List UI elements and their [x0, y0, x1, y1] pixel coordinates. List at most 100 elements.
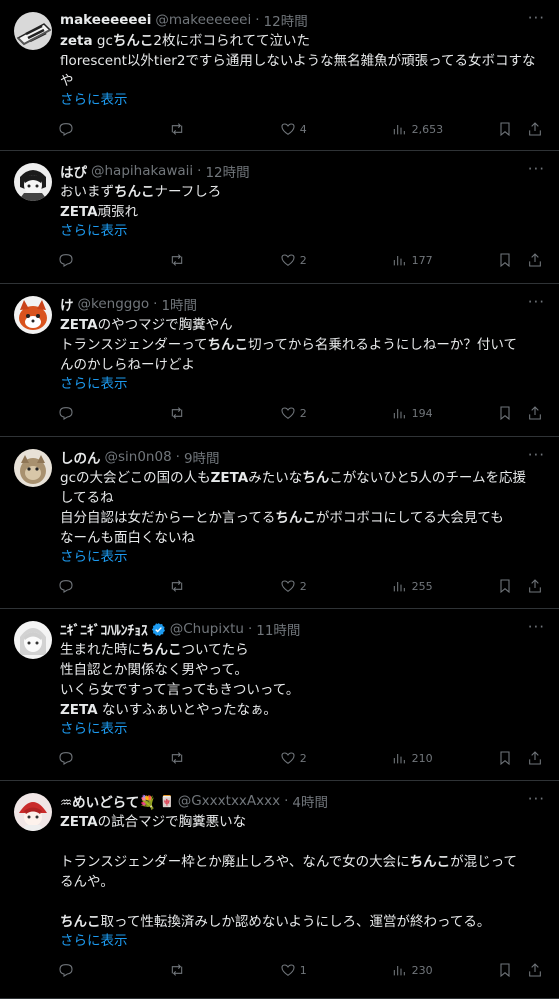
- user-handle[interactable]: @kengggo: [78, 296, 150, 312]
- show-more-link[interactable]: さらに表示: [60, 548, 547, 566]
- tweet-text-line: トランスジェンダー枠とか廃止しろや、なんで女の大会にちんこが混じって: [60, 852, 547, 872]
- tweet[interactable]: ··· はぴ @hapihakawaii · 12時間 おいまずちんこナーフしろ…: [0, 151, 559, 284]
- display-name[interactable]: しのん: [60, 447, 101, 467]
- text-segment: 取って性転換済みしか認めないようにしろ、運営が終わってる。: [100, 914, 491, 930]
- tweet-header: しのん @sin0n08 · 9時間: [60, 447, 547, 467]
- avatar[interactable]: [14, 163, 52, 201]
- reply-button[interactable]: [58, 578, 169, 594]
- show-more-link[interactable]: さらに表示: [60, 91, 547, 109]
- views-button[interactable]: 230: [391, 962, 498, 978]
- reply-button[interactable]: [58, 252, 169, 268]
- bookmark-button[interactable]: [497, 578, 527, 594]
- tweet[interactable]: ··· ﾆｷﾞﾆｷﾞｺﾊﾙﾝﾁｮｽ @Chupixtu · 11時間 生まれた時…: [0, 609, 559, 781]
- retweet-button[interactable]: [169, 252, 280, 268]
- retweet-icon: [171, 752, 183, 764]
- retweet-button[interactable]: [169, 405, 280, 421]
- user-handle[interactable]: @GxxxtxxAxxx: [178, 793, 280, 809]
- text-segment: ちんこ: [112, 33, 154, 49]
- retweet-button[interactable]: [169, 121, 280, 137]
- avatar[interactable]: [14, 296, 52, 334]
- tweet[interactable]: ··· ♒めいどらて💐 🀄 @GxxxtxxAxxx · 4時間 ZETAの試合…: [0, 781, 559, 999]
- avatar[interactable]: [14, 621, 52, 659]
- timestamp[interactable]: 12時間: [205, 161, 249, 181]
- reply-button[interactable]: [58, 405, 169, 421]
- display-name[interactable]: ♒めいどらて💐: [60, 791, 156, 811]
- tweet[interactable]: ··· makeeeeeei @makeeeeeei · 12時間 zeta g…: [0, 0, 559, 151]
- tweet-text-line: ちんこ取って性転換済みしか認めないようにしろ、運営が終わってる。: [60, 912, 547, 932]
- more-options-icon[interactable]: ···: [528, 160, 545, 178]
- views-button[interactable]: 210: [391, 750, 498, 766]
- show-more-link[interactable]: さらに表示: [60, 222, 547, 240]
- bookmark-button[interactable]: [497, 252, 527, 268]
- timestamp[interactable]: 1時間: [161, 294, 197, 314]
- user-handle[interactable]: @sin0n08: [105, 449, 172, 465]
- display-name[interactable]: ﾆｷﾞﾆｷﾞｺﾊﾙﾝﾁｮｽ: [60, 619, 148, 639]
- retweet-button[interactable]: [169, 578, 280, 594]
- views-button[interactable]: 194: [391, 405, 498, 421]
- show-more-link[interactable]: さらに表示: [60, 720, 547, 738]
- display-name[interactable]: makeeeeeei: [60, 12, 151, 28]
- views-button[interactable]: 255: [391, 578, 498, 594]
- like-button[interactable]: 2: [280, 252, 391, 268]
- share-button[interactable]: [527, 578, 547, 594]
- text-segment: zeta: [60, 33, 93, 49]
- retweet-icon: [171, 964, 183, 976]
- user-handle[interactable]: @hapihakawaii: [91, 163, 193, 179]
- user-handle[interactable]: @makeeeeeei: [155, 12, 251, 28]
- user-handle[interactable]: @Chupixtu: [170, 621, 244, 637]
- avatar[interactable]: [14, 12, 52, 50]
- show-more-link[interactable]: さらに表示: [60, 932, 547, 950]
- bookmark-button[interactable]: [497, 405, 527, 421]
- avatar[interactable]: [14, 449, 52, 487]
- reply-button[interactable]: [58, 121, 169, 137]
- tweet-feed: ··· makeeeeeei @makeeeeeei · 12時間 zeta g…: [0, 0, 559, 999]
- like-button[interactable]: 4: [280, 121, 391, 137]
- reply-button[interactable]: [58, 750, 169, 766]
- views-button[interactable]: 177: [391, 252, 498, 268]
- share-button[interactable]: [527, 405, 547, 421]
- display-name[interactable]: け: [60, 294, 74, 314]
- like-button[interactable]: 2: [280, 578, 391, 594]
- retweet-icon: [171, 123, 183, 135]
- like-button[interactable]: 1: [280, 962, 391, 978]
- retweet-button[interactable]: [169, 962, 280, 978]
- like-icon: [281, 407, 295, 419]
- show-more-link[interactable]: さらに表示: [60, 375, 547, 393]
- tweet-text-line: 自分自認は女だからーとか言ってるちんこがボコボコにしてる大会見ても: [60, 508, 547, 528]
- separator-dot: ·: [255, 12, 260, 28]
- timestamp[interactable]: 12時間: [264, 10, 308, 30]
- timestamp[interactable]: 9時間: [184, 447, 220, 467]
- tweet[interactable]: ··· しのん @sin0n08 · 9時間 gcの大会どこの国の人もZETAみ…: [0, 437, 559, 609]
- more-options-icon[interactable]: ···: [528, 293, 545, 311]
- text-segment: ZETA: [60, 204, 98, 220]
- avatar[interactable]: [14, 793, 52, 831]
- more-options-icon[interactable]: ···: [528, 618, 545, 636]
- bookmark-button[interactable]: [497, 750, 527, 766]
- tweet[interactable]: ··· け @kengggo · 1時間 ZETAのやつマジで胸糞やん トランスジ…: [0, 284, 559, 437]
- more-options-icon[interactable]: ···: [528, 9, 545, 27]
- bookmark-button[interactable]: [497, 962, 527, 978]
- timestamp[interactable]: 11時間: [256, 619, 300, 639]
- text-segment: ナーフしろ: [154, 184, 222, 200]
- tweet-text-line: gcの大会どこの国の人もZETAみたいなちんこがないひと5人のチームを応援: [60, 468, 547, 488]
- like-button[interactable]: 2: [280, 405, 391, 421]
- share-button[interactable]: [527, 121, 547, 137]
- tweet-text-line: 性自認とか関係なく男やって。: [60, 660, 547, 680]
- timestamp[interactable]: 4時間: [292, 791, 328, 811]
- tweet-text-line: るんや。: [60, 872, 547, 892]
- share-button[interactable]: [527, 962, 547, 978]
- views-button[interactable]: 2,653: [391, 121, 498, 137]
- share-button[interactable]: [527, 252, 547, 268]
- reply-button[interactable]: [58, 962, 169, 978]
- bookmark-button[interactable]: [497, 121, 527, 137]
- tweet-text: ZETAのやつマジで胸糞やん トランスジェンダーってちんこ切ってから名乗れるように…: [60, 315, 547, 375]
- share-icon: [529, 253, 542, 267]
- more-options-icon[interactable]: ···: [528, 446, 545, 464]
- share-button[interactable]: [527, 750, 547, 766]
- views-icon: [393, 966, 405, 976]
- tweet-text-line: zeta gcちんこ2枚にボコられてて泣いた: [60, 31, 547, 51]
- display-name[interactable]: はぴ: [60, 161, 87, 181]
- more-options-icon[interactable]: ···: [528, 790, 545, 808]
- like-button[interactable]: 2: [280, 750, 391, 766]
- retweet-button[interactable]: [169, 750, 280, 766]
